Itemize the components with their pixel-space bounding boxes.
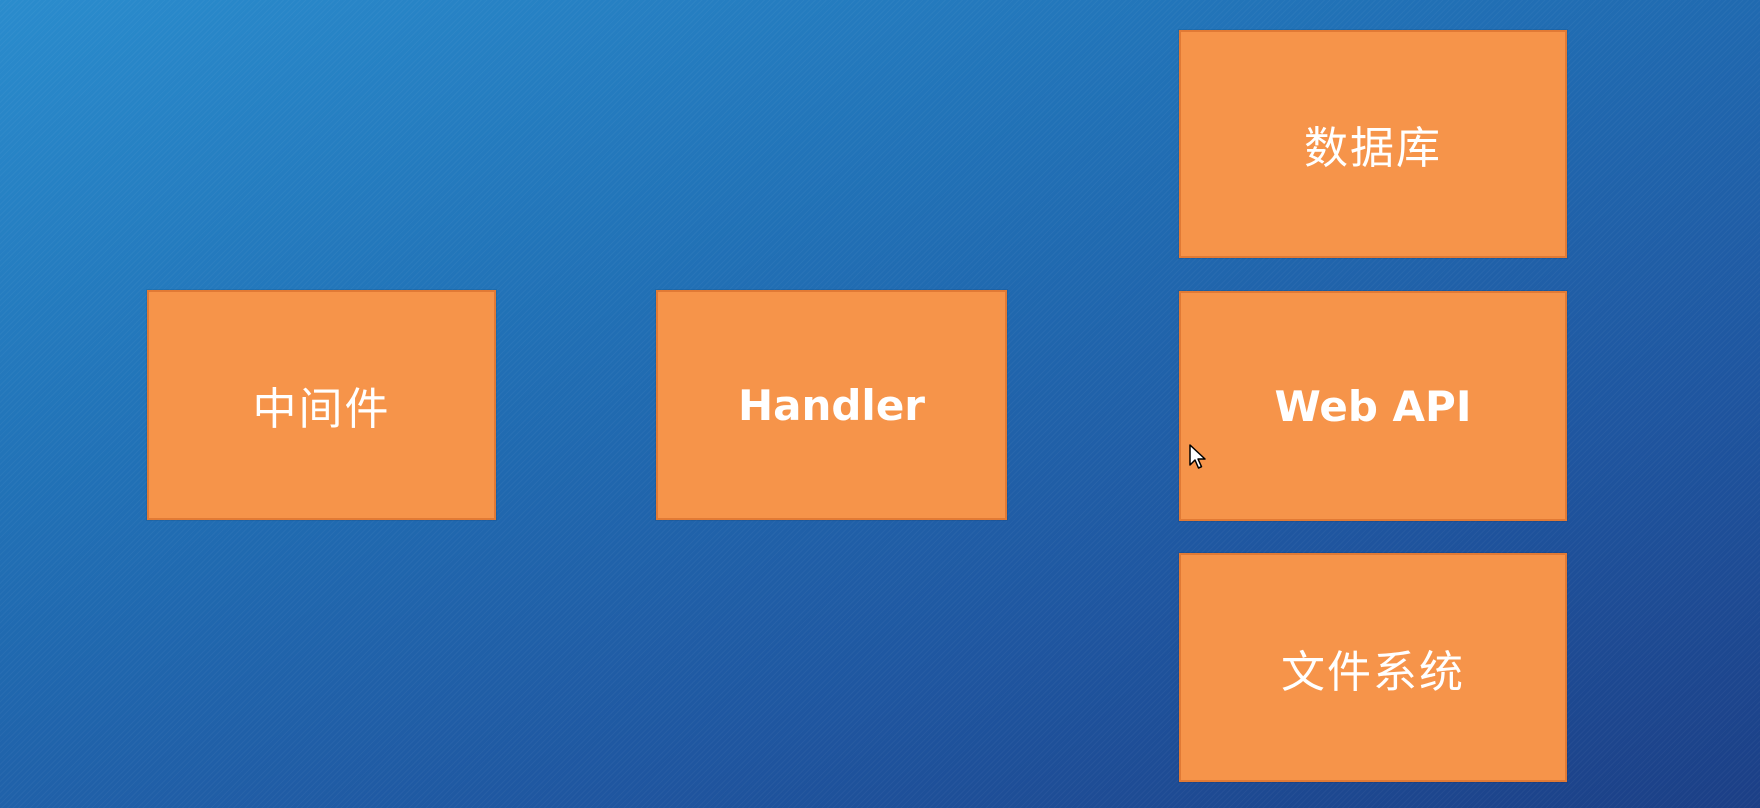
middleware-box: 中间件 <box>147 290 496 520</box>
database-box: 数据库 <box>1179 30 1567 258</box>
middleware-label: 中间件 <box>252 384 391 435</box>
filesystem-label: 文件系统 <box>1281 646 1465 698</box>
webapi-box: Web API <box>1179 291 1567 521</box>
mouse-pointer-icon <box>1189 444 1206 469</box>
filesystem-box: 文件系统 <box>1179 553 1567 782</box>
database-label: 数据库 <box>1304 123 1442 174</box>
diagram-canvas: 中间件 Handler 数据库 Web API 文件系统 <box>0 0 1760 808</box>
handler-box: Handler <box>656 290 1007 520</box>
webapi-label: Web API <box>1274 381 1472 431</box>
handler-label: Handler <box>737 380 926 430</box>
